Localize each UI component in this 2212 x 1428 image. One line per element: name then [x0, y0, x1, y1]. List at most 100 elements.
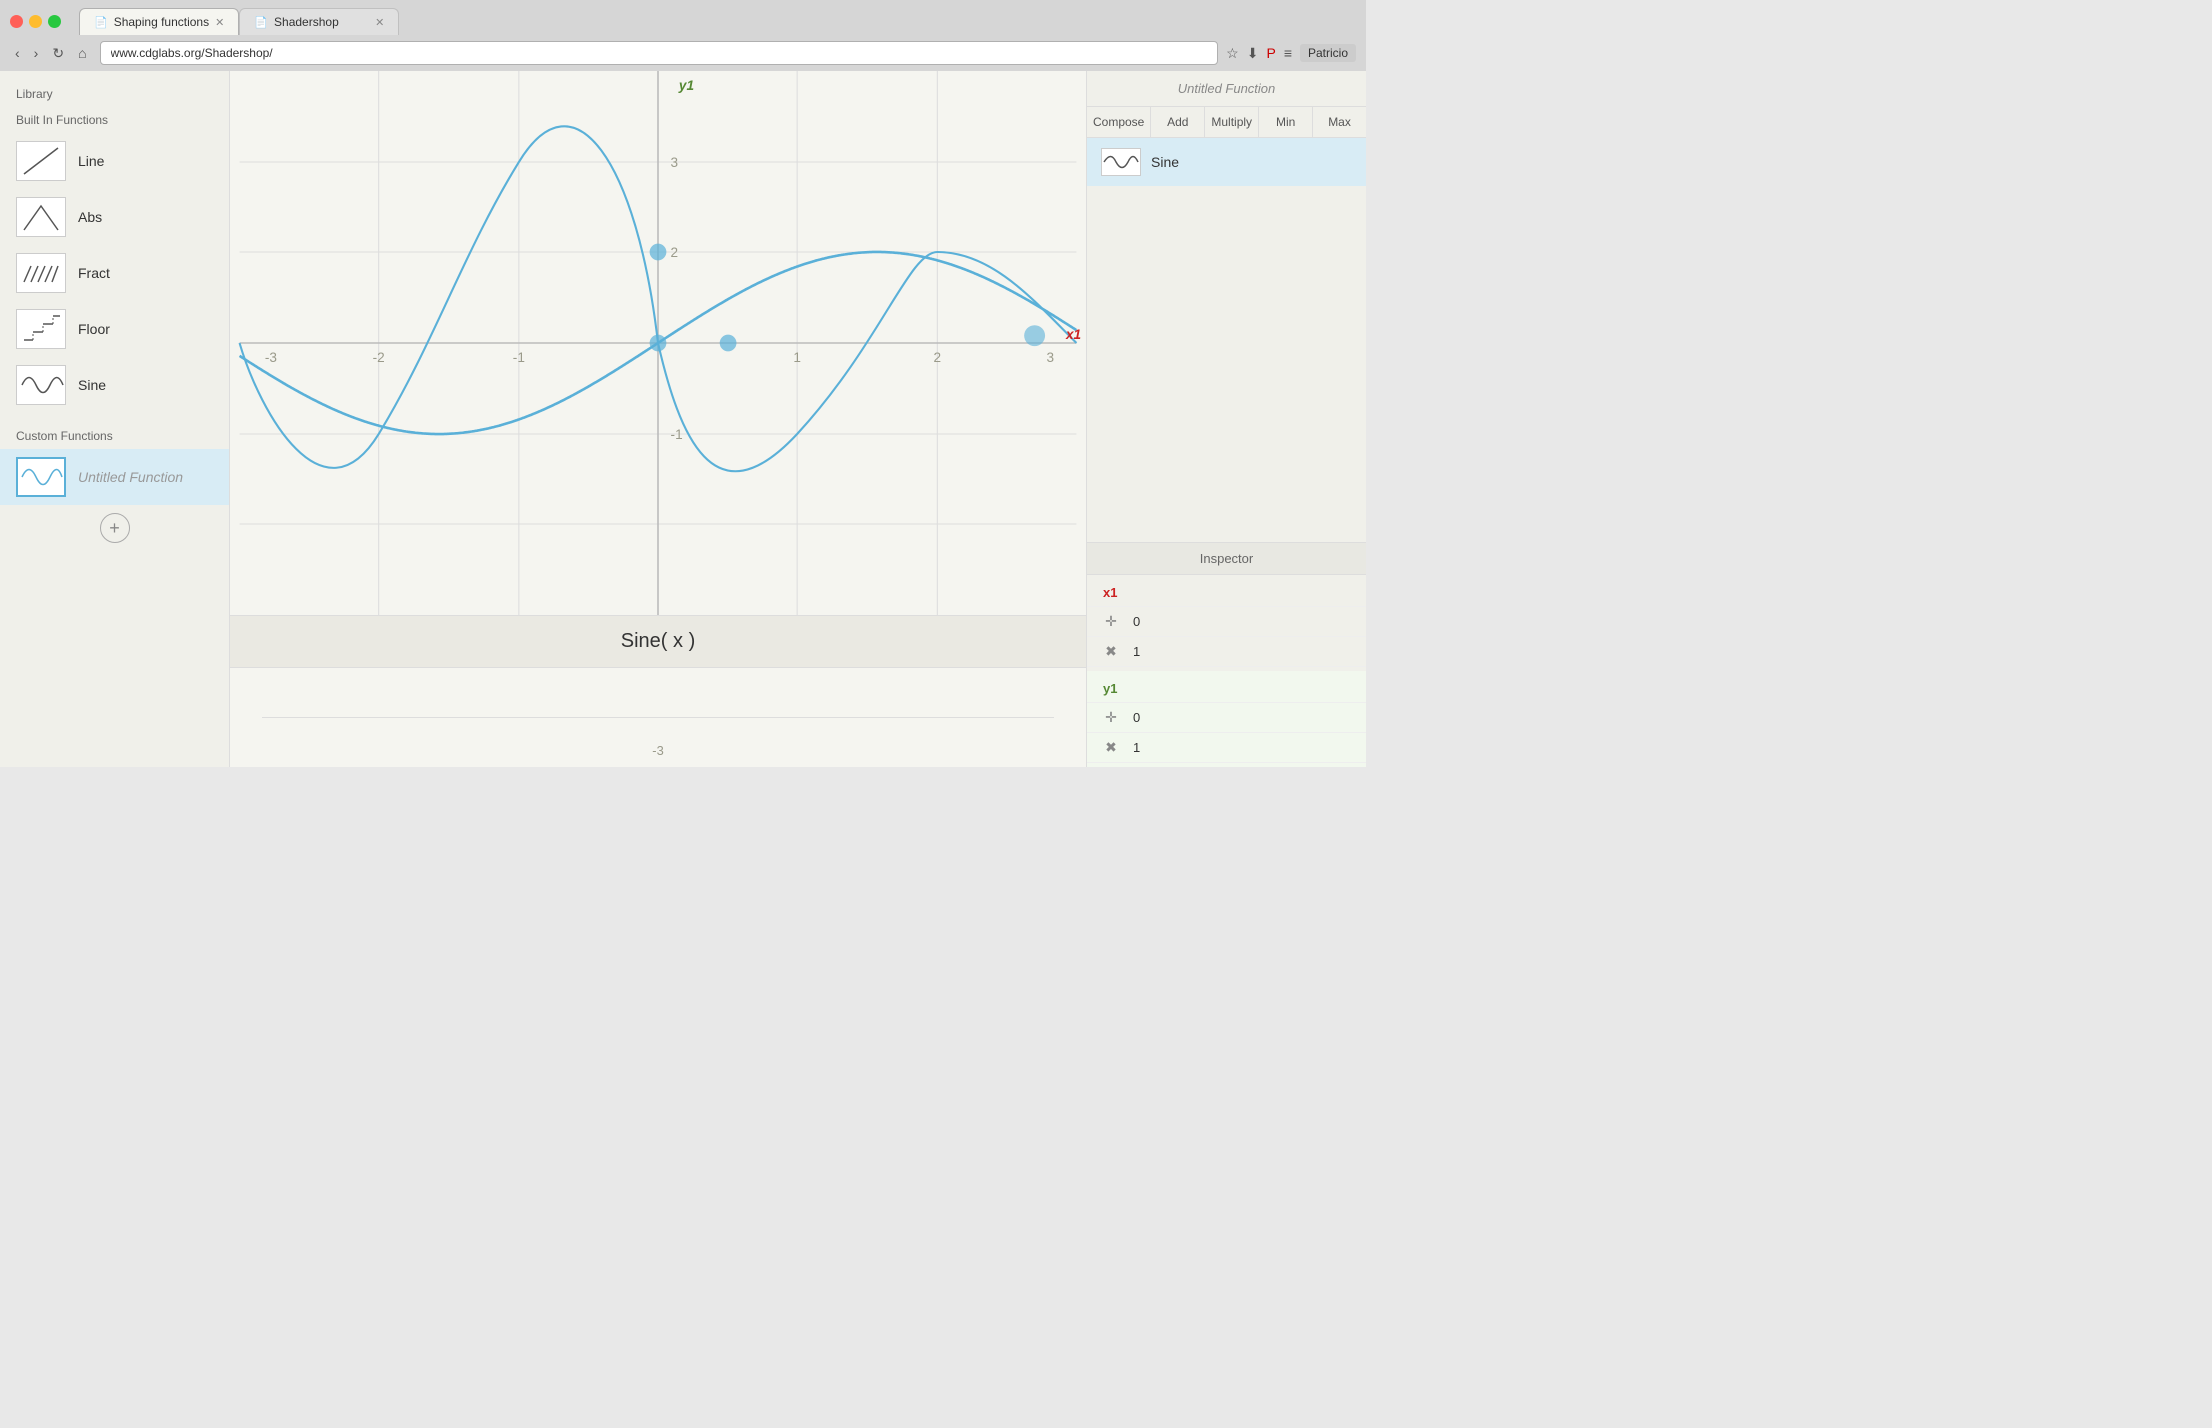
browser-chrome: 📄 Shaping functions ✕ 📄 Shadershop ✕ ‹ ›…	[0, 0, 1366, 71]
library-title: Library	[0, 81, 229, 107]
forward-button[interactable]: ›	[29, 43, 44, 64]
sidebar-item-untitled[interactable]: Untitled Function	[0, 449, 229, 505]
untitled-thumb	[16, 457, 66, 497]
tab1-label: Shaping functions	[114, 15, 209, 29]
line-label: Line	[78, 153, 104, 169]
floor-thumb	[16, 309, 66, 349]
svg-text:-3: -3	[265, 350, 277, 365]
inspector-x1-move: 0	[1133, 614, 1140, 629]
tab-min[interactable]: Min	[1259, 107, 1313, 137]
inspector-y1-label: y1	[1103, 681, 1117, 696]
tab2-close[interactable]: ✕	[375, 16, 384, 29]
inspector-x1-label-row: x1	[1087, 579, 1366, 607]
svg-text:-1: -1	[513, 350, 525, 365]
formula-text: Sine( x )	[621, 630, 695, 652]
move-icon-y1: ✛	[1103, 709, 1119, 726]
inspector-y1-move-row[interactable]: ✛ 0	[1087, 703, 1366, 733]
sidebar: Library Built In Functions Line Abs	[0, 71, 230, 767]
svg-text:y1: y1	[678, 78, 694, 93]
maximize-button[interactable]	[48, 15, 61, 28]
bookmark-button[interactable]: ☆	[1226, 45, 1239, 62]
graph-svg: -2 -1 1 2 -3 3 x1 3 2 -1 y1	[230, 71, 1086, 615]
canvas-area: -2 -1 1 2 -3 3 x1 3 2 -1 y1	[230, 71, 1086, 767]
svg-text:-3: -3	[652, 743, 663, 758]
sine-list-thumb	[1101, 148, 1141, 176]
svg-text:3: 3	[1047, 350, 1055, 365]
bottom-svg: -3	[230, 668, 1086, 767]
inspector-x1-scale-row[interactable]: ✖ 1	[1087, 637, 1366, 667]
inspector-x1-scale: 1	[1133, 644, 1140, 659]
browser-actions: ☆ ⬇ P ≡ Patricio	[1226, 44, 1356, 62]
tab-icon-2: 📄	[254, 16, 268, 29]
svg-text:1: 1	[793, 350, 801, 365]
line-thumb	[16, 141, 66, 181]
right-panel: Untitled Function Compose Add Multiply M…	[1086, 71, 1366, 767]
tab-shaping-functions[interactable]: 📄 Shaping functions ✕	[79, 8, 239, 35]
fract-label: Fract	[78, 265, 110, 281]
tab1-close[interactable]: ✕	[215, 16, 224, 29]
pocket-button[interactable]: ⬇	[1247, 45, 1259, 62]
close-button[interactable]	[10, 15, 23, 28]
inspector-y1-section: y1 ✛ 0 ✖ 1	[1087, 671, 1366, 767]
svg-text:-1: -1	[671, 427, 683, 442]
svg-text:x1: x1	[1065, 327, 1081, 342]
function-list-item-sine[interactable]: Sine	[1087, 138, 1366, 186]
sidebar-item-floor[interactable]: Floor	[0, 301, 229, 357]
untitled-label: Untitled Function	[78, 469, 183, 485]
sidebar-item-abs[interactable]: Abs	[0, 189, 229, 245]
reload-button[interactable]: ↻	[47, 43, 69, 64]
add-custom-function-button[interactable]: +	[100, 513, 130, 543]
sine-list-label: Sine	[1151, 154, 1179, 170]
sidebar-item-sine[interactable]: Sine	[0, 357, 229, 413]
sine-thumb	[16, 365, 66, 405]
tab-compose[interactable]: Compose	[1087, 107, 1151, 137]
sine-label: Sine	[78, 377, 106, 393]
graph-container[interactable]: -2 -1 1 2 -3 3 x1 3 2 -1 y1	[230, 71, 1086, 615]
tab2-label: Shadershop	[274, 15, 339, 29]
tabs-bar: 📄 Shaping functions ✕ 📄 Shadershop ✕	[79, 8, 399, 35]
minimize-button[interactable]	[29, 15, 42, 28]
floor-label: Floor	[78, 321, 110, 337]
user-badge[interactable]: Patricio	[1300, 44, 1356, 62]
formula-bar: Sine( x )	[230, 615, 1086, 667]
address-bar: ‹ › ↻ ⌂ ☆ ⬇ P ≡ Patricio	[0, 35, 1366, 71]
menu-button[interactable]: ≡	[1284, 45, 1292, 61]
inspector-x1-move-row[interactable]: ✛ 0	[1087, 607, 1366, 637]
compose-tabs: Compose Add Multiply Min Max	[1087, 107, 1366, 138]
built-in-title: Built In Functions	[0, 107, 229, 133]
inspector-y1-label-row: y1	[1087, 675, 1366, 703]
inspector-panel: Inspector x1 ✛ 0 ✖ 1 y1 ✛	[1087, 542, 1366, 767]
pinterest-button[interactable]: P	[1266, 45, 1275, 61]
home-button[interactable]: ⌂	[73, 43, 91, 64]
fract-thumb	[16, 253, 66, 293]
tab-add[interactable]: Add	[1151, 107, 1205, 137]
abs-label: Abs	[78, 209, 102, 225]
scale-icon-y1: ✖	[1103, 739, 1119, 756]
svg-text:-2: -2	[373, 350, 385, 365]
bottom-panel: -3	[230, 667, 1086, 767]
inspector-title: Inspector	[1087, 543, 1366, 575]
right-panel-title: Untitled Function	[1087, 71, 1366, 107]
tab-shadershop[interactable]: 📄 Shadershop ✕	[239, 8, 399, 35]
inspector-y1-scale: 1	[1133, 740, 1140, 755]
inspector-x1-section: x1 ✛ 0 ✖ 1	[1087, 575, 1366, 671]
svg-text:2: 2	[671, 245, 679, 260]
back-button[interactable]: ‹	[10, 43, 25, 64]
custom-section: Custom Functions Untitled Function	[0, 423, 229, 505]
inspector-y1-move: 0	[1133, 710, 1140, 725]
address-input[interactable]	[100, 41, 1219, 65]
nav-buttons: ‹ › ↻ ⌂	[10, 43, 92, 64]
title-bar: 📄 Shaping functions ✕ 📄 Shadershop ✕	[0, 0, 1366, 35]
inspector-y1-scale-row[interactable]: ✖ 1	[1087, 733, 1366, 763]
tab-multiply[interactable]: Multiply	[1205, 107, 1259, 137]
sidebar-item-fract[interactable]: Fract	[0, 245, 229, 301]
app-container: Library Built In Functions Line Abs	[0, 71, 1366, 767]
sidebar-item-line[interactable]: Line	[0, 133, 229, 189]
move-icon-x1: ✛	[1103, 613, 1119, 630]
svg-text:3: 3	[671, 155, 679, 170]
tab-icon-1: 📄	[94, 16, 108, 29]
tab-max[interactable]: Max	[1313, 107, 1366, 137]
svg-text:2: 2	[934, 350, 942, 365]
custom-title: Custom Functions	[0, 423, 229, 449]
function-list: Sine	[1087, 138, 1366, 542]
